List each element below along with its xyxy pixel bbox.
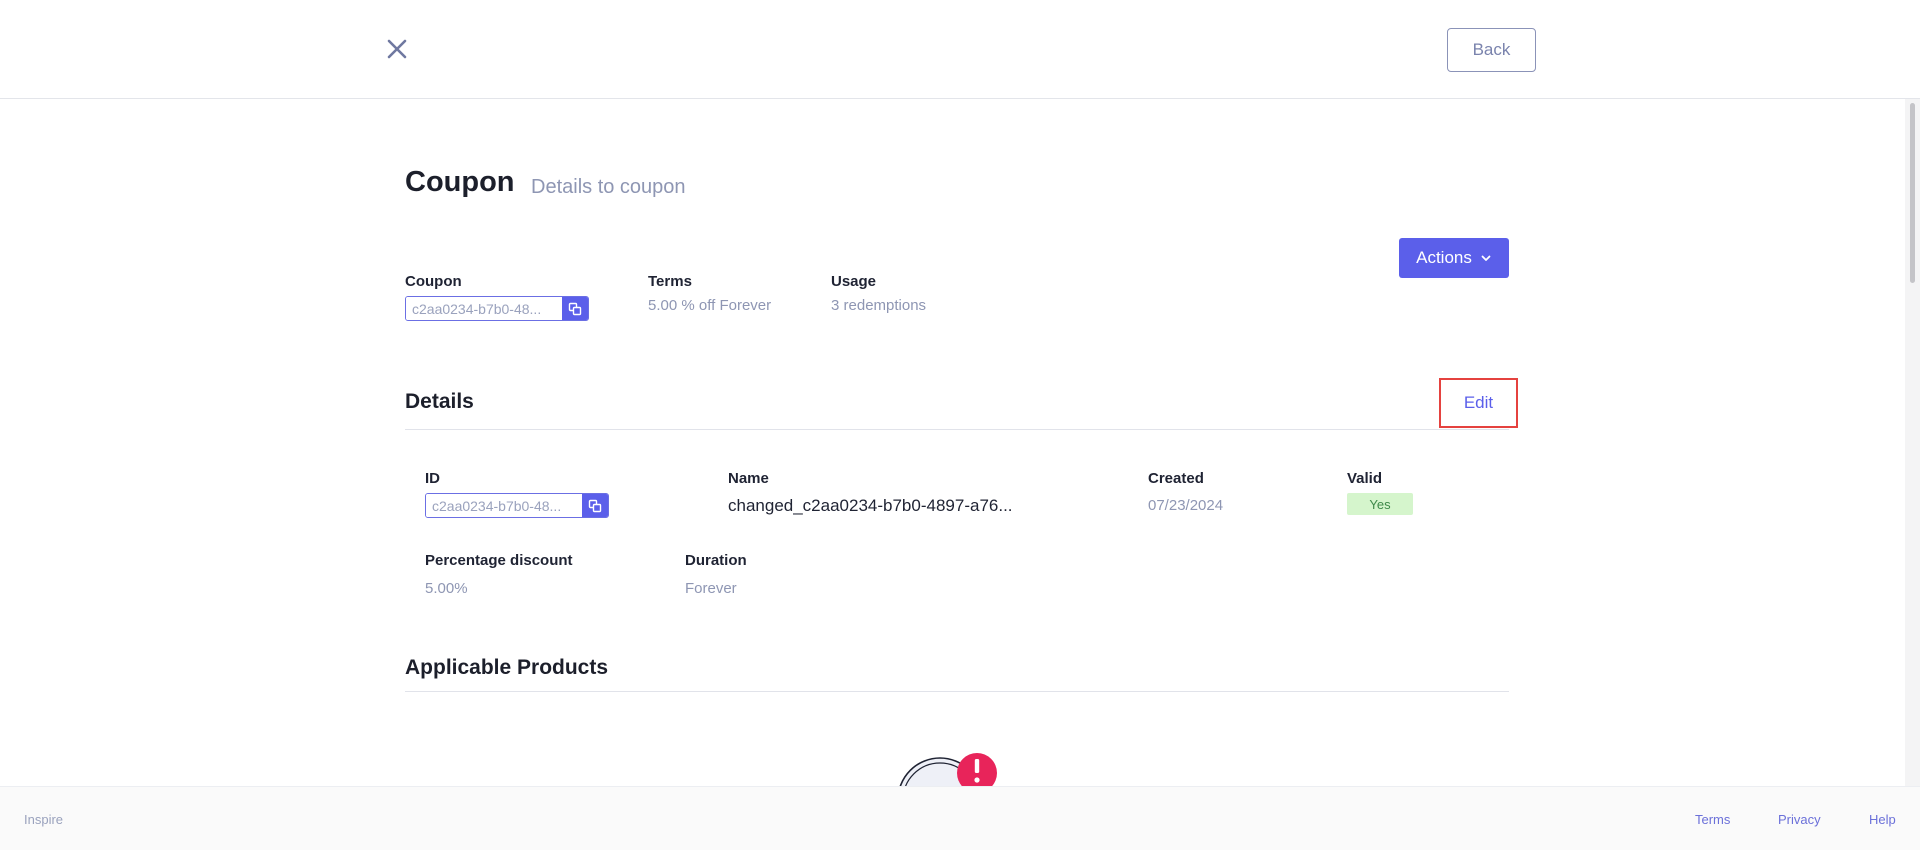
footer: Inspire Terms Privacy Help xyxy=(0,786,1920,850)
back-button[interactable]: Back xyxy=(1447,28,1536,72)
chevron-down-icon xyxy=(1481,255,1491,261)
name-value: changed_c2aa0234-b7b0-4897-a76... xyxy=(728,496,1013,515)
applicable-products-divider xyxy=(405,691,1509,692)
edit-button[interactable]: Edit xyxy=(1439,378,1518,428)
page-title: Coupon xyxy=(405,166,515,198)
valid-label: Valid xyxy=(1347,470,1383,487)
valid-status-badge: Yes xyxy=(1347,493,1413,515)
coupon-code-value[interactable]: c2aa0234-b7b0-48... xyxy=(406,297,562,320)
created-label: Created xyxy=(1148,470,1204,487)
scrollbar-thumb[interactable] xyxy=(1910,103,1915,283)
scrollbar[interactable] xyxy=(1905,99,1920,786)
footer-link-help[interactable]: Help xyxy=(1869,812,1896,827)
id-value[interactable]: c2aa0234-b7b0-48... xyxy=(426,494,582,517)
summary-usage-label: Usage xyxy=(831,273,877,290)
copy-icon[interactable] xyxy=(562,297,588,320)
summary-terms-value: 5.00 % off Forever xyxy=(648,297,772,314)
copy-icon[interactable] xyxy=(582,494,608,517)
actions-button[interactable]: Actions xyxy=(1399,238,1509,278)
details-divider xyxy=(405,429,1509,430)
applicable-products-title: Applicable Products xyxy=(405,656,609,679)
percentage-discount-value: 5.00% xyxy=(425,580,468,597)
created-value: 07/23/2024 xyxy=(1148,497,1224,514)
empty-state-illustration xyxy=(885,750,1005,786)
footer-link-terms[interactable]: Terms xyxy=(1695,812,1730,827)
id-label: ID xyxy=(425,470,440,487)
duration-value: Forever xyxy=(685,580,737,597)
actions-button-label: Actions xyxy=(1416,248,1472,267)
top-bar: Back xyxy=(0,0,1920,99)
summary-usage-value: 3 redemptions xyxy=(831,297,927,314)
summary-terms-label: Terms xyxy=(648,273,692,290)
footer-brand: Inspire xyxy=(24,812,64,827)
name-label: Name xyxy=(728,470,769,487)
details-section-title: Details xyxy=(405,390,474,413)
close-icon[interactable] xyxy=(382,34,412,64)
percentage-discount-label: Percentage discount xyxy=(425,552,573,569)
summary-coupon-label: Coupon xyxy=(405,273,462,290)
duration-label: Duration xyxy=(685,552,747,569)
id-copy-field: c2aa0234-b7b0-48... xyxy=(425,493,609,518)
coupon-copy-field: c2aa0234-b7b0-48... xyxy=(405,296,589,321)
page-subtitle: Details to coupon xyxy=(531,176,686,198)
footer-link-privacy[interactable]: Privacy xyxy=(1778,812,1821,827)
